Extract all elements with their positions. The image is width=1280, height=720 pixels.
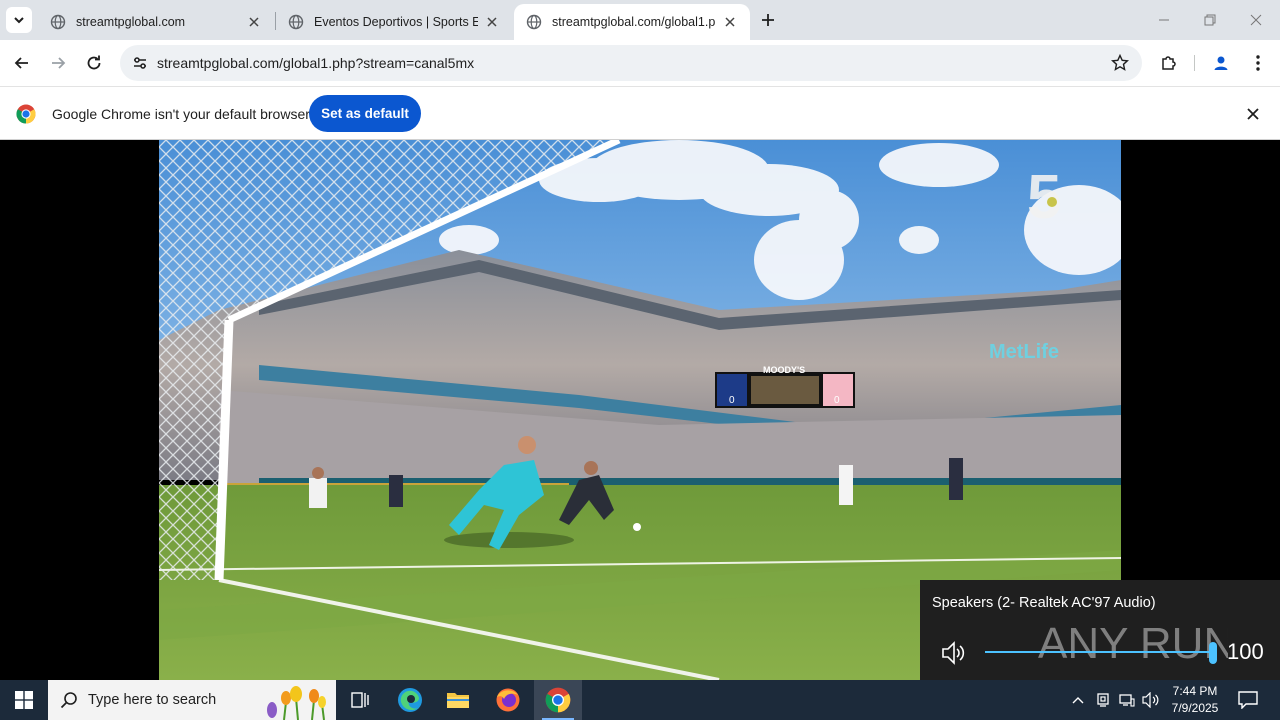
show-hidden-icons-button[interactable] bbox=[1068, 690, 1088, 710]
clock-time: 7:44 PM bbox=[1172, 684, 1218, 698]
volume-flyout: Speakers (2- Realtek AC'97 Audio) ANY RU… bbox=[920, 580, 1280, 680]
globe-icon bbox=[526, 14, 542, 30]
taskbar-clock[interactable]: 7:44 PM 7/9/2025 bbox=[1162, 683, 1228, 717]
chevron-up-icon bbox=[1072, 697, 1084, 704]
tab-eventos-deportivos[interactable]: Eventos Deportivos | Sports Eve bbox=[276, 4, 512, 40]
site-info-button[interactable] bbox=[128, 51, 152, 75]
address-bar[interactable]: streamtpglobal.com/global1.php?stream=ca… bbox=[120, 45, 1142, 81]
chrome-logo-icon bbox=[16, 104, 36, 124]
search-icon bbox=[60, 692, 77, 709]
minimize-icon bbox=[1159, 19, 1169, 21]
edge-icon bbox=[398, 688, 422, 712]
reload-icon bbox=[87, 55, 101, 70]
profile-button[interactable] bbox=[1207, 49, 1235, 77]
toolbar-divider bbox=[1194, 55, 1195, 71]
arrow-right-icon bbox=[52, 57, 66, 69]
action-center-button[interactable] bbox=[1236, 688, 1260, 712]
volume-tray-icon[interactable] bbox=[1141, 690, 1161, 710]
firefox-taskbar-button[interactable] bbox=[484, 680, 532, 720]
close-tab-icon[interactable] bbox=[246, 14, 262, 30]
tab-title: Eventos Deportivos | Sports Eve bbox=[314, 15, 478, 29]
channel-logo: 5 bbox=[1027, 163, 1061, 232]
tab-strip: streamtpglobal.com Eventos Deportivos | … bbox=[0, 0, 1280, 40]
tab-streamtpglobal[interactable]: streamtpglobal.com bbox=[38, 4, 274, 40]
plus-icon bbox=[762, 14, 774, 26]
bookmark-star-icon[interactable] bbox=[1110, 53, 1130, 73]
clock-date: 7/9/2025 bbox=[1171, 701, 1219, 715]
default-browser-infobar: Google Chrome isn't your default browser… bbox=[0, 86, 1280, 140]
url-text[interactable]: streamtpglobal.com/global1.php?stream=ca… bbox=[157, 55, 474, 71]
reload-button[interactable] bbox=[80, 49, 108, 77]
taskbar: Type here to search 7:44 PM 7/9/2025 bbox=[0, 680, 1280, 720]
restore-button[interactable] bbox=[1187, 0, 1233, 40]
puzzle-icon bbox=[1162, 56, 1176, 70]
chevron-down-icon bbox=[14, 17, 24, 24]
scoreboard-sponsor: MOODY'S bbox=[763, 365, 805, 375]
globe-icon bbox=[50, 14, 66, 30]
chrome-taskbar-button[interactable] bbox=[534, 680, 582, 720]
close-icon bbox=[1250, 14, 1262, 26]
speaker-icon[interactable] bbox=[940, 640, 968, 666]
infobar-message: Google Chrome isn't your default browser bbox=[52, 106, 310, 122]
anyrun-watermark: ANY RUN bbox=[1038, 619, 1228, 668]
back-button[interactable] bbox=[8, 49, 36, 77]
tab-global1-active[interactable]: streamtpglobal.com/global1.ph bbox=[514, 4, 750, 40]
windows-logo-icon bbox=[15, 691, 33, 709]
task-view-button[interactable] bbox=[336, 680, 384, 720]
chrome-menu-button[interactable] bbox=[1244, 49, 1272, 77]
svg-text:ANY RUN: ANY RUN bbox=[1038, 619, 1228, 668]
extensions-button[interactable] bbox=[1155, 49, 1183, 77]
search-placeholder: Type here to search bbox=[88, 692, 217, 708]
infobar-close-icon[interactable] bbox=[1242, 103, 1264, 125]
file-explorer-taskbar-button[interactable] bbox=[434, 680, 482, 720]
more-vertical-icon bbox=[1256, 55, 1260, 71]
start-button[interactable] bbox=[0, 680, 48, 720]
tune-icon bbox=[134, 57, 146, 69]
metlife-sign: MetLife bbox=[989, 341, 1059, 363]
taskbar-search-box[interactable]: Type here to search bbox=[48, 680, 336, 720]
tray-device-icon[interactable] bbox=[1093, 690, 1113, 710]
person-icon bbox=[1214, 56, 1228, 70]
set-as-default-button[interactable]: Set as default bbox=[309, 95, 421, 132]
volume-slider-track[interactable] bbox=[985, 651, 1213, 653]
folder-icon bbox=[447, 693, 469, 708]
forward-button[interactable] bbox=[44, 49, 72, 77]
close-window-button[interactable] bbox=[1233, 0, 1279, 40]
tulips-highlight-icon bbox=[267, 686, 326, 720]
arrow-left-icon bbox=[14, 57, 28, 69]
volume-slider-thumb[interactable] bbox=[1209, 642, 1217, 664]
close-tab-icon[interactable] bbox=[484, 14, 500, 30]
globe-icon bbox=[288, 14, 304, 30]
close-tab-icon[interactable] bbox=[722, 14, 738, 30]
browser-toolbar: streamtpglobal.com/global1.php?stream=ca… bbox=[0, 40, 1280, 86]
new-tab-button[interactable] bbox=[756, 8, 780, 32]
volume-level: 100 bbox=[1227, 639, 1264, 664]
tab-title: streamtpglobal.com bbox=[76, 15, 186, 29]
edge-taskbar-button[interactable] bbox=[386, 680, 434, 720]
firefox-icon bbox=[496, 688, 520, 712]
score-home: 0 bbox=[729, 395, 735, 406]
network-icon[interactable] bbox=[1117, 690, 1137, 710]
chrome-icon bbox=[545, 687, 571, 713]
tab-search-button[interactable] bbox=[6, 7, 32, 33]
restore-icon bbox=[1204, 14, 1216, 26]
notification-icon bbox=[1238, 691, 1258, 709]
task-view-icon bbox=[351, 692, 369, 708]
tab-title: streamtpglobal.com/global1.ph bbox=[552, 15, 716, 29]
score-away: 0 bbox=[834, 395, 840, 406]
minimize-button[interactable] bbox=[1141, 0, 1187, 40]
